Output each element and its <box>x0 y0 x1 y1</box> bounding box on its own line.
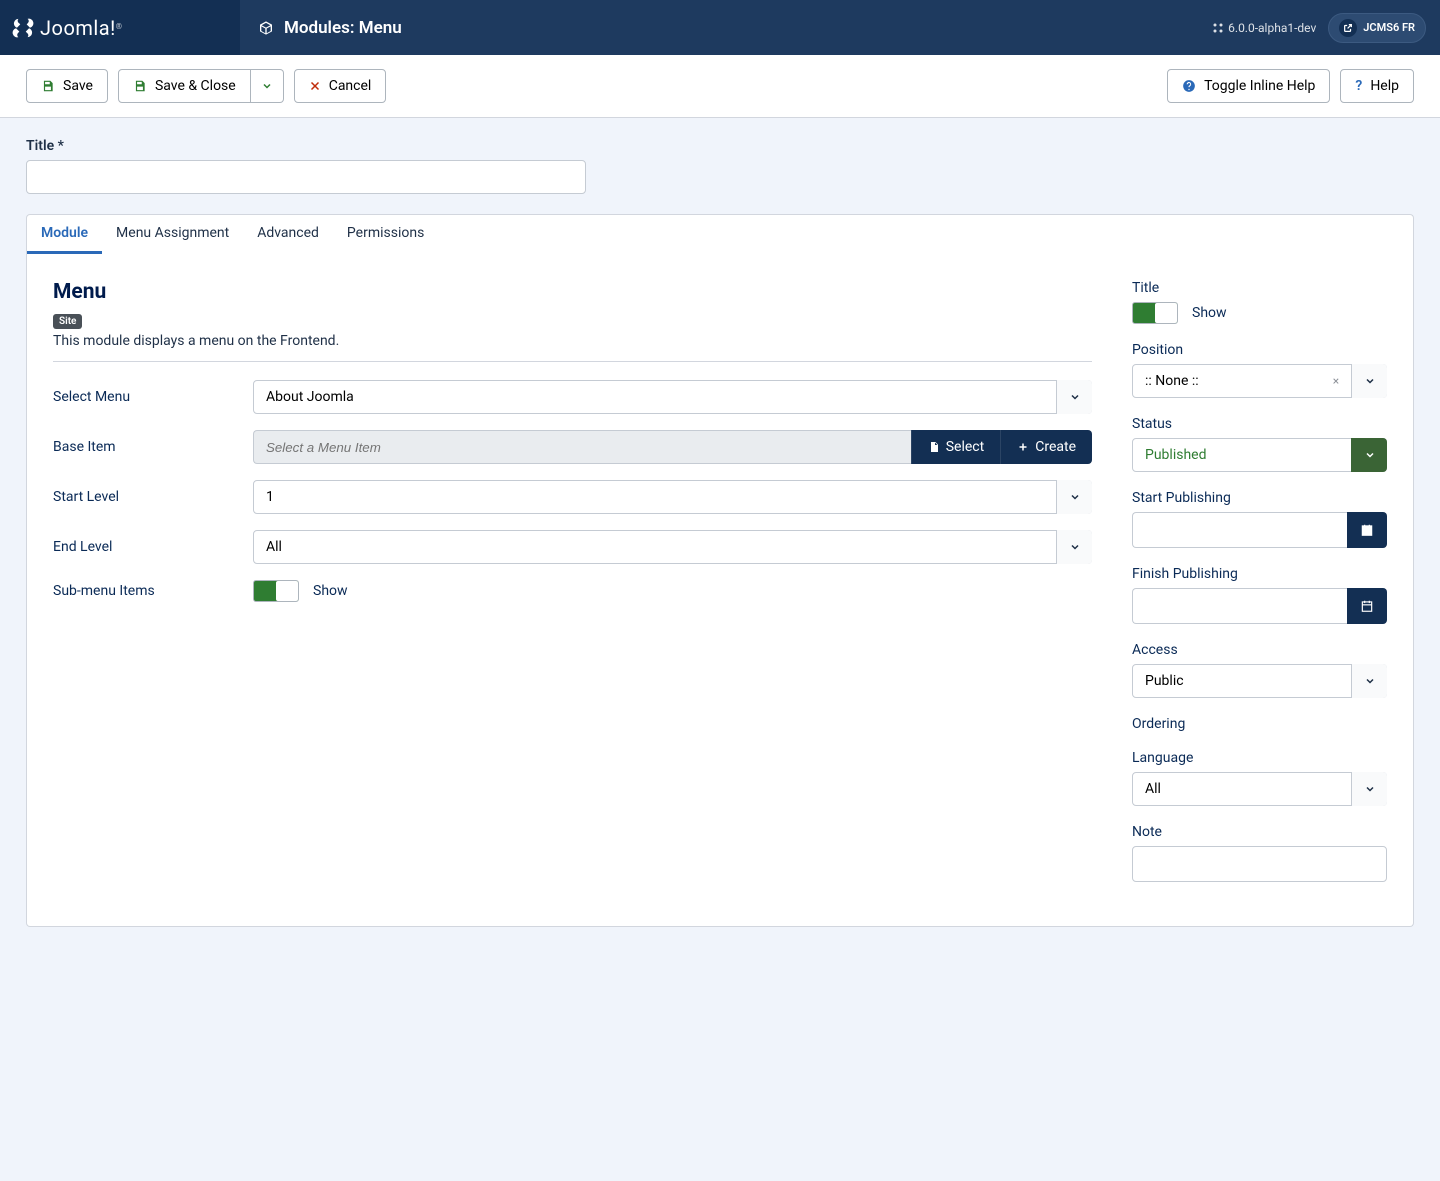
position-field[interactable] <box>1132 364 1387 398</box>
tab-module[interactable]: Module <box>27 215 102 254</box>
submenu-items-label: Sub-menu Items <box>53 583 253 599</box>
language-label: Language <box>1132 750 1387 766</box>
status-field[interactable] <box>1132 438 1387 472</box>
calendar-icon <box>1360 599 1374 613</box>
start-level-field[interactable] <box>253 480 1092 514</box>
brand-text: Joomla!® <box>40 16 122 40</box>
calendar-icon <box>1360 523 1374 537</box>
save-button[interactable]: Save <box>26 69 108 103</box>
tab-permissions[interactable]: Permissions <box>333 215 438 254</box>
module-heading: Menu <box>53 280 1092 304</box>
chevron-down-icon <box>261 80 273 92</box>
note-field[interactable] <box>1132 846 1387 882</box>
close-icon <box>309 80 321 92</box>
end-level-field[interactable] <box>253 530 1092 564</box>
finish-publishing-calendar-button[interactable] <box>1347 588 1387 624</box>
toggle-inline-help-button[interactable]: Toggle Inline Help <box>1167 69 1330 103</box>
tab-advanced[interactable]: Advanced <box>243 215 333 254</box>
joomla-icon <box>12 17 34 39</box>
base-item-create-button[interactable]: Create <box>1000 430 1092 464</box>
tab-panel: Menu Site This module displays a menu on… <box>26 254 1414 927</box>
question-solid-icon <box>1182 79 1196 93</box>
position-clear-button[interactable]: × <box>1325 364 1347 398</box>
submenu-items-state: Show <box>313 583 348 599</box>
question-icon: ? <box>1355 78 1362 94</box>
status-label: Status <box>1132 416 1387 432</box>
topbar: Joomla!® Modules: Menu 6.0.0-alpha1-dev … <box>0 0 1440 55</box>
joomla-small-icon <box>1212 22 1224 34</box>
brand-area: Joomla!® <box>0 0 240 55</box>
access-label: Access <box>1132 642 1387 658</box>
external-link-icon <box>1339 19 1357 37</box>
title-label: Title * <box>26 138 1414 154</box>
end-level-label: End Level <box>53 539 253 555</box>
side-title-label: Title <box>1132 280 1387 296</box>
site-badge: Site <box>53 314 82 329</box>
language-field[interactable] <box>1132 772 1387 806</box>
save-close-button[interactable]: Save & Close <box>118 69 251 103</box>
start-publishing-label: Start Publishing <box>1132 490 1387 506</box>
base-item-field[interactable] <box>253 430 911 464</box>
save-close-dropdown[interactable] <box>251 69 284 103</box>
note-label: Note <box>1132 824 1387 840</box>
title-input[interactable] <box>26 160 586 194</box>
base-item-select-button[interactable]: Select <box>911 430 1000 464</box>
module-description: This module displays a menu on the Front… <box>53 333 1092 349</box>
help-button[interactable]: ? Help <box>1340 69 1414 103</box>
toolbar: Save Save & Close Cancel Toggle Inline H… <box>0 55 1440 118</box>
select-menu-label: Select Menu <box>53 389 253 405</box>
finish-publishing-field[interactable] <box>1132 588 1347 624</box>
tab-menu-assignment[interactable]: Menu Assignment <box>102 215 243 254</box>
cancel-button[interactable]: Cancel <box>294 69 387 103</box>
tabstrip: Module Menu Assignment Advanced Permissi… <box>26 214 1414 254</box>
save-close-group: Save & Close <box>118 69 284 103</box>
base-item-label: Base Item <box>53 439 253 455</box>
cube-icon <box>258 20 274 36</box>
file-icon <box>928 441 940 453</box>
start-publishing-field[interactable] <box>1132 512 1347 548</box>
access-field[interactable] <box>1132 664 1387 698</box>
plus-icon <box>1017 441 1029 453</box>
finish-publishing-label: Finish Publishing <box>1132 566 1387 582</box>
save-icon <box>133 79 147 93</box>
version-label: 6.0.0-alpha1-dev <box>1212 21 1316 35</box>
page-title: Modules: Menu <box>240 18 420 38</box>
show-title-state: Show <box>1192 305 1227 321</box>
select-menu-field[interactable] <box>253 380 1092 414</box>
save-icon <box>41 79 55 93</box>
start-level-label: Start Level <box>53 489 253 505</box>
submenu-items-toggle[interactable] <box>253 580 299 602</box>
position-label: Position <box>1132 342 1387 358</box>
ordering-label: Ordering <box>1132 716 1387 732</box>
joomla-logo[interactable]: Joomla!® <box>12 16 122 40</box>
profile-button[interactable]: JCMS6 FR <box>1328 13 1426 43</box>
start-publishing-calendar-button[interactable] <box>1347 512 1387 548</box>
show-title-toggle[interactable] <box>1132 302 1178 324</box>
